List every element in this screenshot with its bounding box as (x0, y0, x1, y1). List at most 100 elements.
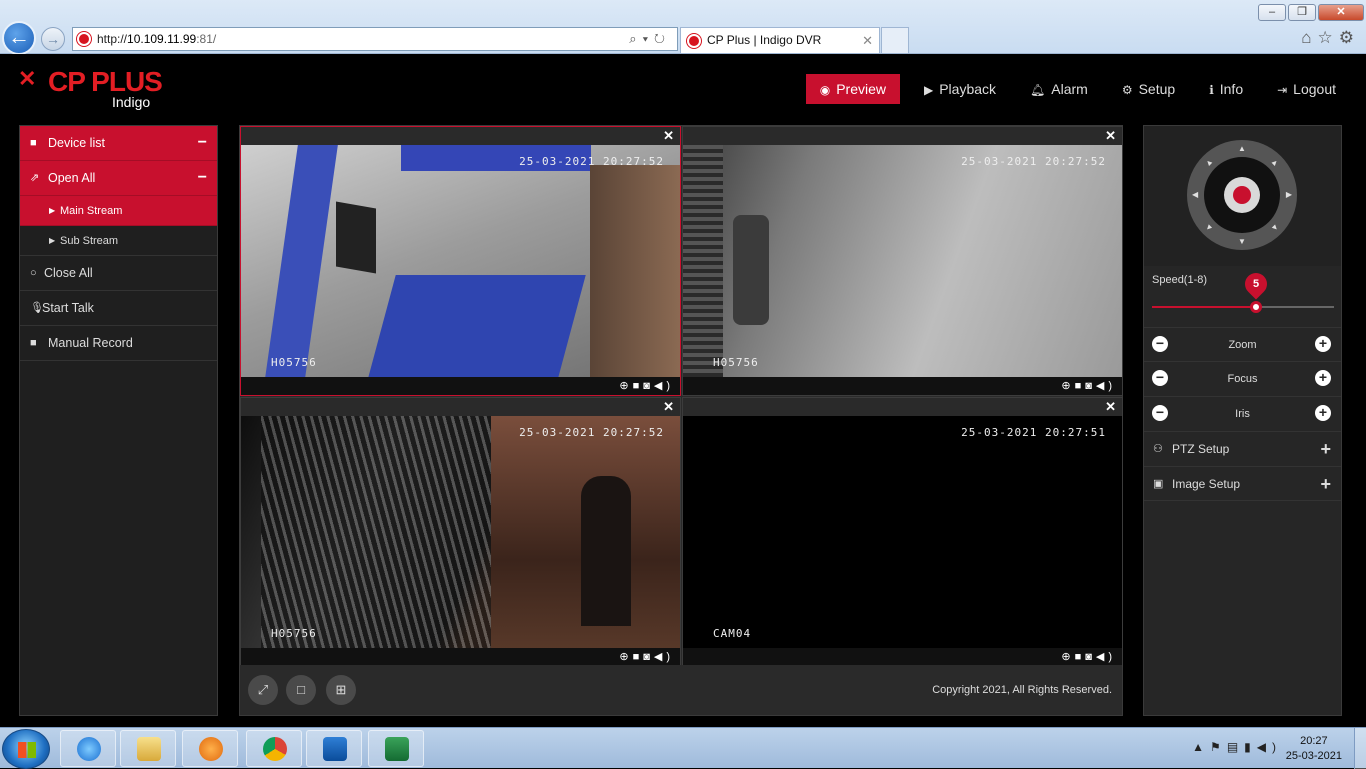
camera-feed-3[interactable]: 25-03-2021 20:27:52 H05756 (241, 416, 680, 648)
taskbar-clock[interactable]: 20:27 25-03-2021 (1286, 734, 1342, 764)
show-desktop-button[interactable] (1354, 728, 1366, 769)
network-signal-icon[interactable]: ▮ (1244, 740, 1257, 754)
snapshot-camera-icon[interactable]: ◙ (1085, 651, 1096, 663)
video-cell-3[interactable]: ✕ 25-03-2021 20:27:52 H05756 ⊕■◙◀) (240, 397, 681, 667)
refresh-icon[interactable]: ↻ (654, 31, 671, 46)
menu-playback[interactable]: ▶ Playback (914, 74, 1006, 104)
pan-down-left-arrow-icon[interactable]: ▼ (1203, 222, 1215, 234)
record-video-icon[interactable]: ■ (1075, 651, 1086, 663)
dropdown-icon[interactable]: ▾ (643, 31, 654, 46)
menu-preview[interactable]: ◉ Preview (805, 74, 900, 104)
menu-alarm[interactable]: 🔔︎ Alarm (1020, 74, 1098, 104)
flag-icon[interactable]: ⚑ (1210, 740, 1227, 754)
menu-setup[interactable]: ⚙ Setup (1112, 74, 1185, 104)
zoom-icon[interactable]: ⊕ (619, 651, 632, 663)
audio-speaker-icon[interactable]: ◀) (654, 380, 674, 392)
camera-feed-2[interactable]: 25-03-2021 20:27:52 H05756 (683, 145, 1122, 377)
device-list-header[interactable]: ■ Device list − (20, 126, 217, 161)
forward-button[interactable]: → (41, 27, 65, 51)
zoom-icon[interactable]: ⊕ (1061, 380, 1074, 392)
quad-view-button[interactable]: ⊞ (326, 675, 356, 705)
window-close-button[interactable]: ✕ (1318, 4, 1364, 21)
start-talk-item[interactable]: 🎙︎ Start Talk (20, 291, 217, 326)
expand-plus-icon[interactable]: + (1320, 432, 1331, 466)
taskbar-excel[interactable] (368, 730, 424, 767)
close-icon[interactable]: ✕ (663, 127, 674, 145)
address-tools[interactable]: ⌕▾↻ (629, 28, 671, 50)
zoom-out-minus-icon[interactable]: − (1152, 336, 1168, 352)
image-setup-section[interactable]: ▣ Image Setup + (1144, 466, 1341, 501)
fullscreen-button[interactable]: ⤢ (248, 675, 278, 705)
address-bar[interactable]: http://10.109.11.99:81/ ⌕▾↻ (72, 27, 678, 51)
audio-speaker-icon[interactable]: ◀) (654, 651, 674, 663)
pan-down-arrow-icon[interactable]: ▼ (1238, 237, 1246, 246)
main-stream-item[interactable]: ▶ Main Stream (20, 196, 217, 226)
record-video-icon[interactable]: ■ (633, 651, 644, 663)
single-view-button[interactable]: □ (286, 675, 316, 705)
record-video-icon[interactable]: ■ (1075, 380, 1086, 392)
sub-stream-item[interactable]: ▶ Sub Stream (20, 226, 217, 256)
pan-left-arrow-icon[interactable]: ◀ (1192, 190, 1198, 199)
expand-plus-icon[interactable]: + (1320, 467, 1331, 501)
speed-slider[interactable]: 5 (1152, 268, 1334, 313)
browser-tab[interactable]: CP Plus | Indigo DVR ✕ (680, 27, 880, 53)
focus-plus-icon[interactable]: + (1315, 370, 1331, 386)
focus-minus-icon[interactable]: − (1152, 370, 1168, 386)
tab-close-icon[interactable]: ✕ (862, 28, 873, 53)
back-button[interactable]: ← (2, 21, 36, 55)
snapshot-camera-icon[interactable]: ◙ (643, 651, 654, 663)
menu-info[interactable]: ℹ Info (1199, 74, 1253, 104)
taskbar-explorer[interactable] (120, 730, 176, 767)
collapse-icon[interactable]: − (198, 161, 207, 195)
restore-button[interactable]: ❐ (1288, 4, 1316, 21)
close-icon[interactable]: ✕ (1105, 127, 1116, 145)
tray-expand-icon[interactable]: ▲ (1192, 740, 1210, 754)
pan-up-arrow-icon[interactable]: ▲ (1238, 144, 1246, 153)
camera-feed-4[interactable]: 25-03-2021 20:27:51 CAM04 (683, 416, 1122, 648)
taskbar-media-player[interactable] (182, 730, 238, 767)
close-all-item[interactable]: ○ Close All (20, 256, 217, 291)
zoom-icon[interactable]: ⊕ (1061, 651, 1074, 663)
video-cell-4[interactable]: ✕ 25-03-2021 20:27:51 CAM04 ⊕■◙◀) (682, 397, 1123, 667)
home-icon[interactable]: ⌂ (1301, 28, 1317, 47)
search-icon[interactable]: ⌕ (629, 31, 642, 46)
ptz-direction-dial[interactable]: ▲ ▼ ◀ ▶ ▲ ▲ ▼ ▼ (1187, 140, 1297, 250)
zoom-in-plus-icon[interactable]: + (1315, 336, 1331, 352)
favorites-star-icon[interactable]: ☆ (1318, 28, 1339, 47)
audio-speaker-icon[interactable]: ◀) (1096, 651, 1116, 663)
close-icon[interactable]: ✕ (663, 398, 674, 416)
close-icon[interactable]: ✕ (1105, 398, 1116, 416)
browser-command-icons: ⌂☆⚙ (1301, 28, 1360, 48)
camera-feed-1[interactable]: 25-03-2021 20:27:52 H05756 (241, 145, 680, 377)
minimize-button[interactable]: – (1258, 4, 1286, 21)
taskbar-ie[interactable] (60, 730, 116, 767)
snapshot-camera-icon[interactable]: ◙ (643, 380, 654, 392)
tools-gear-icon[interactable]: ⚙ (1339, 28, 1360, 47)
device-icon[interactable]: ▤ (1227, 740, 1244, 754)
ptz-setup-section[interactable]: ⚇ PTZ Setup + (1144, 431, 1341, 466)
iris-plus-icon[interactable]: + (1315, 405, 1331, 421)
video-cell-1[interactable]: ✕ 25-03-2021 20:27:52 H05756 ⊕■◙◀) (240, 126, 681, 396)
pan-right-arrow-icon[interactable]: ▶ (1286, 190, 1292, 199)
info-icon: ℹ (1209, 83, 1214, 97)
pan-up-left-arrow-icon[interactable]: ▲ (1203, 157, 1215, 169)
pan-up-right-arrow-icon[interactable]: ▲ (1269, 157, 1281, 169)
audio-speaker-icon[interactable]: ◀) (1096, 380, 1116, 392)
volume-icon[interactable]: ◀) (1257, 740, 1282, 754)
collapse-icon[interactable]: − (198, 126, 207, 160)
menu-logout[interactable]: ⇥ Logout (1267, 74, 1346, 104)
taskbar-chrome[interactable] (246, 730, 302, 767)
open-all-item[interactable]: ⇗ Open All − (20, 161, 217, 196)
new-tab-button[interactable] (881, 27, 909, 53)
video-cell-2[interactable]: ✕ 25-03-2021 20:27:52 H05756 ⊕■◙◀) (682, 126, 1123, 396)
zoom-icon[interactable]: ⊕ (619, 380, 632, 392)
pan-down-right-arrow-icon[interactable]: ▼ (1269, 222, 1281, 234)
speed-slider-handle[interactable] (1250, 301, 1262, 313)
start-button[interactable] (2, 729, 50, 769)
record-video-icon[interactable]: ■ (633, 380, 644, 392)
snapshot-camera-icon[interactable]: ◙ (1085, 380, 1096, 392)
manual-record-item[interactable]: ■ Manual Record (20, 326, 217, 361)
iris-minus-icon[interactable]: − (1152, 405, 1168, 421)
taskbar-outlook[interactable] (306, 730, 362, 767)
dial-center-button[interactable] (1224, 177, 1260, 213)
